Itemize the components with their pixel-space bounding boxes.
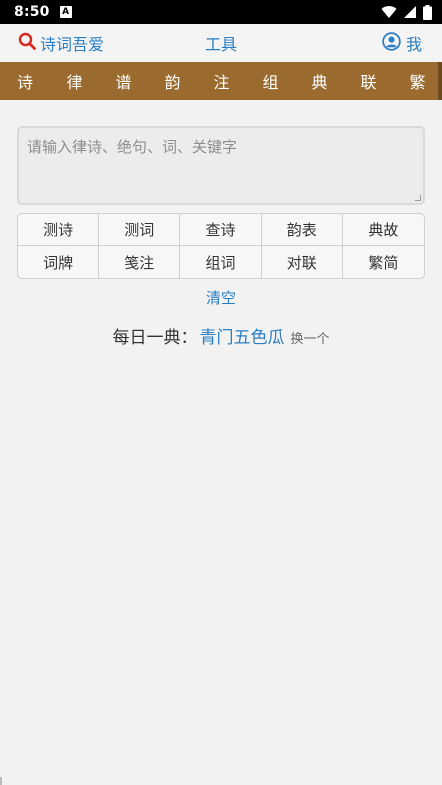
tool-button[interactable]: 测词	[99, 214, 181, 246]
poem-input[interactable]	[27, 136, 415, 195]
signal-icon	[403, 5, 417, 19]
category-tab[interactable]: 韵	[148, 69, 197, 93]
search-link[interactable]: 诗词吾爱	[18, 24, 104, 62]
category-tab[interactable]: 联	[344, 69, 393, 93]
daily-title-link[interactable]: 青门五色瓜	[199, 323, 284, 348]
resize-handle[interactable]	[415, 195, 421, 201]
daily-allusion: 每日一典： 青门五色瓜 换一个	[0, 323, 442, 349]
poem-input-box	[17, 126, 425, 205]
daily-label: 每日一典：	[112, 328, 198, 348]
status-time: 8:50	[14, 4, 50, 20]
tool-grid: 测诗 测词 查诗 韵表 典故 词牌 笺注 组词 对联 繁简	[17, 213, 425, 279]
tool-button[interactable]: 典故	[342, 214, 424, 246]
status-left: 8:50 A	[14, 4, 72, 20]
tool-button[interactable]: 测诗	[18, 214, 100, 246]
category-bar: 诗 律 谱 韵 注 组 典 联 繁	[0, 62, 442, 100]
category-tab[interactable]: 注	[197, 69, 246, 93]
category-tab[interactable]: 典	[295, 69, 344, 93]
clear-row: 清空	[0, 286, 442, 308]
category-tab[interactable]: 组	[246, 69, 295, 93]
tool-button[interactable]: 笺注	[99, 246, 181, 278]
tool-button[interactable]: 词牌	[18, 246, 100, 278]
tool-button[interactable]: 繁简	[343, 246, 424, 278]
tool-button[interactable]: 韵表	[261, 214, 343, 246]
me-link[interactable]: 我	[382, 24, 422, 62]
swap-button[interactable]: 换一个	[290, 328, 329, 347]
search-icon	[18, 32, 36, 54]
clear-button[interactable]: 清空	[206, 287, 236, 308]
bottom-edge-mark	[0, 777, 2, 785]
status-bar: 8:50 A	[0, 0, 442, 24]
category-tab[interactable]: 谱	[99, 69, 148, 93]
tool-button[interactable]: 组词	[180, 246, 262, 278]
category-tab[interactable]: 繁	[393, 69, 442, 93]
page-title: 工具	[204, 35, 237, 54]
category-tab[interactable]: 律	[50, 69, 99, 93]
app-header: 诗词吾爱 工具 我	[0, 24, 442, 62]
category-scrollbar[interactable]	[438, 62, 442, 100]
battery-icon	[423, 4, 432, 20]
wifi-icon	[381, 5, 397, 19]
status-right	[381, 4, 432, 20]
search-link-label: 诗词吾爱	[40, 35, 105, 54]
tool-button[interactable]: 查诗	[180, 214, 262, 246]
tool-button[interactable]: 对联	[262, 246, 343, 278]
category-tab[interactable]: 诗	[0, 69, 50, 93]
me-link-label: 我	[405, 35, 422, 54]
notification-icon: A	[59, 6, 72, 18]
user-icon	[382, 31, 401, 55]
